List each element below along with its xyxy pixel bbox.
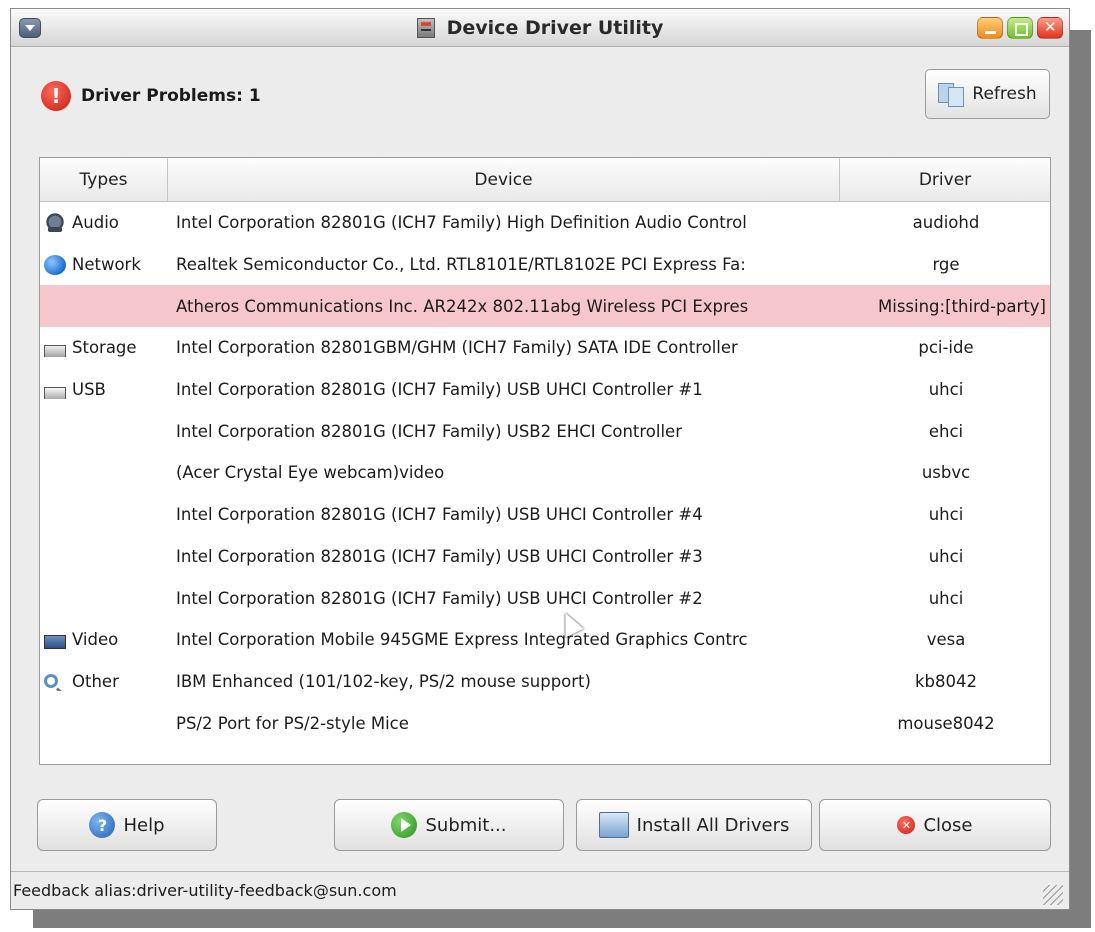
table-row[interactable]: USB Intel Corporation 82801G (ICH7 Family…	[40, 369, 1050, 411]
minimize-button[interactable]	[977, 17, 1003, 39]
driver-cell: uhci	[928, 588, 964, 608]
feedback-alias: Feedback alias:driver-utility-feedback@s…	[13, 881, 397, 900]
type-cell: Storage	[40, 338, 168, 358]
type-label: Network	[72, 255, 141, 275]
device-cell: Intel Corporation 82801G (ICH7 Family) U…	[176, 380, 703, 400]
type-cell: Other	[40, 672, 168, 691]
column-header-driver[interactable]: Driver	[840, 158, 1050, 202]
device-cell: Intel Corporation 82801G (ICH7 Family) U…	[176, 505, 703, 525]
install-label: Install All Drivers	[636, 814, 790, 836]
status-bar: Feedback alias:driver-utility-feedback@s…	[11, 871, 1069, 909]
driver-cell: audiohd	[912, 213, 980, 233]
driver-cell: ehci	[928, 421, 964, 441]
device-cell: Realtek Semiconductor Co., Ltd. RTL8101E…	[176, 255, 746, 275]
table-row[interactable]: Audio Intel Corporation 82801G (ICH7 Fami…	[40, 202, 1050, 244]
alert-icon: !	[41, 81, 71, 111]
help-icon: ?	[89, 812, 116, 838]
close-window-button[interactable]	[1037, 17, 1063, 39]
install-all-drivers-button[interactable]: Install All Drivers	[576, 799, 812, 851]
driver-cell: rge	[932, 255, 960, 275]
type-label: Other	[72, 671, 119, 691]
driver-cell: pci-ide	[918, 338, 974, 358]
type-label: USB	[72, 380, 106, 400]
device-cell: Intel Corporation 82801G (ICH7 Family) U…	[176, 421, 682, 441]
driver-cell: uhci	[928, 380, 964, 400]
driver-problems-summary: ! Driver Problems: 1	[41, 81, 261, 111]
type-label: Storage	[72, 338, 137, 358]
video-icon	[44, 634, 66, 649]
device-cell: PS/2 Port for PS/2-style Mice	[176, 713, 409, 733]
table-row[interactable]: Intel Corporation 82801G (ICH7 Family) U…	[40, 536, 1050, 578]
driver-cell: vesa	[926, 630, 966, 650]
device-cell: Intel Corporation 82801G (ICH7 Family) U…	[176, 546, 703, 566]
close-icon: ✕	[897, 816, 916, 834]
driver-problems-label: Driver Problems: 1	[81, 86, 261, 106]
driver-cell: uhci	[928, 505, 964, 525]
app-icon	[416, 18, 435, 38]
table-row[interactable]: (Acer Crystal Eye webcam)video usbvc	[40, 452, 1050, 494]
device-cell: IBM Enhanced (101/102-key, PS/2 mouse su…	[176, 671, 591, 691]
table-row[interactable]: Intel Corporation 82801G (ICH7 Family) U…	[40, 410, 1050, 452]
type-label: Audio	[72, 213, 119, 233]
driver-cell: usbvc	[921, 463, 971, 483]
table-row[interactable]: Network Realtek Semiconductor Co., Ltd. R…	[40, 244, 1050, 286]
title-area: Device Driver Utility	[11, 9, 1069, 47]
table-row[interactable]: Other IBM Enhanced (101/102-key, PS/2 mou…	[40, 661, 1050, 703]
title-bar[interactable]: Device Driver Utility	[11, 9, 1069, 47]
driver-cell: mouse8042	[897, 713, 995, 733]
refresh-icon	[938, 81, 966, 107]
window-controls	[977, 17, 1063, 39]
type-cell: Audio	[40, 212, 168, 233]
table-header: Types Device Driver	[40, 158, 1050, 202]
play-icon	[391, 812, 418, 838]
table-row[interactable]: Storage Intel Corporation 82801GBM/GHM (I…	[40, 327, 1050, 369]
type-label: Video	[72, 630, 119, 650]
resize-grip[interactable]	[1043, 885, 1063, 905]
device-cell: Intel Corporation 82801G (ICH7 Family) H…	[176, 213, 747, 233]
type-cell: Video	[40, 630, 168, 649]
device-cell: Intel Corporation Mobile 945GME Express …	[176, 630, 748, 650]
other-icon	[44, 674, 58, 689]
help-label: Help	[123, 814, 165, 836]
table-row[interactable]: Intel Corporation 82801G (ICH7 Family) U…	[40, 494, 1050, 536]
usb-icon	[44, 386, 66, 400]
driver-cell: Missing:[third-party]	[878, 296, 1046, 316]
table-row[interactable]: PS/2 Port for PS/2-style Mice mouse8042	[40, 702, 1050, 744]
submit-label: Submit...	[425, 814, 507, 836]
refresh-button[interactable]: Refresh	[925, 69, 1050, 119]
column-header-types[interactable]: Types	[40, 158, 168, 202]
type-cell: USB	[40, 380, 168, 400]
table-row[interactable]: Video Intel Corporation Mobile 945GME Exp…	[40, 619, 1050, 661]
submit-button[interactable]: Submit...	[334, 799, 564, 851]
window-title: Device Driver Utility	[446, 17, 664, 39]
table-row[interactable]: Atheros Communications Inc. AR242x 802.1…	[40, 285, 1050, 328]
audio-icon	[44, 212, 66, 233]
driver-cell: kb8042	[914, 671, 978, 691]
maximize-button[interactable]	[1007, 17, 1033, 39]
table-body: Audio Intel Corporation 82801G (ICH7 Fami…	[40, 202, 1050, 744]
close-button[interactable]: ✕ Close	[819, 799, 1051, 851]
device-cell: Intel Corporation 82801G (ICH7 Family) U…	[176, 588, 703, 608]
refresh-label: Refresh	[972, 84, 1037, 104]
type-cell: Network	[40, 254, 168, 275]
storage-icon	[44, 344, 66, 358]
column-header-device[interactable]: Device	[168, 158, 840, 202]
network-icon	[44, 254, 66, 275]
device-cell: Atheros Communications Inc. AR242x 802.1…	[176, 296, 749, 316]
install-icon	[598, 812, 629, 838]
table-row[interactable]: Intel Corporation 82801G (ICH7 Family) U…	[40, 577, 1050, 619]
device-cell: Intel Corporation 82801GBM/GHM (ICH7 Fam…	[176, 338, 738, 358]
device-driver-utility-window: Device Driver Utility ! Driver Problems:…	[10, 8, 1070, 910]
device-table: Types Device Driver Audio Intel Corporati…	[39, 157, 1051, 765]
close-label: Close	[923, 814, 973, 836]
help-button[interactable]: ? Help	[37, 799, 217, 851]
driver-cell: uhci	[928, 546, 964, 566]
device-cell: (Acer Crystal Eye webcam)video	[176, 463, 445, 483]
